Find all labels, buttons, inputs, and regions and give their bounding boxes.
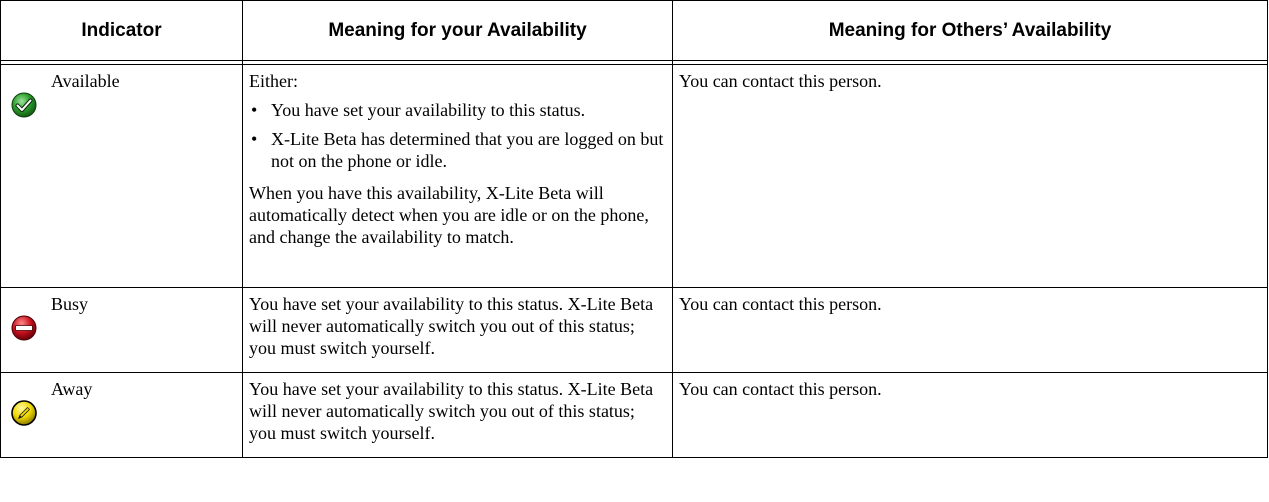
indicator-cell: Away — [0, 372, 243, 458]
meaning-yours-cell: You have set your availability to this s… — [242, 372, 673, 458]
meaning-others-text: You can contact this person. — [679, 71, 882, 91]
table-header-row: Indicator Meaning for your Availability … — [0, 0, 1268, 61]
available-check-icon — [11, 92, 37, 118]
availability-table: Indicator Meaning for your Availability … — [0, 0, 1268, 458]
meaning-others-cell: You can contact this person. — [672, 64, 1268, 288]
indicator-cell: Available — [0, 64, 243, 288]
indicator-label: Available — [51, 71, 120, 91]
list-item: • You have set your availability to this … — [251, 100, 586, 120]
table-row: Busy You have set your availability to t… — [0, 287, 1268, 373]
indicator-label: Away — [51, 379, 93, 399]
meaning-others-text: You can contact this person. — [679, 294, 882, 314]
meaning-yours-text: You have set your availability to this s… — [249, 294, 654, 358]
meaning-others-text: You can contact this person. — [679, 379, 882, 399]
busy-minus-icon — [11, 315, 37, 341]
indicator-label: Busy — [51, 294, 89, 314]
table-row: Available Either: • You have set your ava… — [0, 64, 1268, 288]
header-meaning-others: Meaning for Others’ Availability — [672, 0, 1268, 61]
list-item: • X-Lite Beta has determined that you are… — [251, 129, 664, 171]
meaning-yours-cell: Either: • You have set your availability … — [242, 64, 673, 288]
header-indicator: Indicator — [0, 0, 243, 61]
away-pencil-icon — [11, 400, 37, 426]
table-row: Away You have set your availability to t… — [0, 372, 1268, 458]
meaning-yours-text: You have set your availability to this s… — [249, 379, 654, 443]
meaning-intro: Either: — [249, 71, 298, 91]
meaning-note: When you have this availability, X-Lite … — [249, 183, 649, 247]
meaning-others-cell: You can contact this person. — [672, 287, 1268, 373]
meaning-yours-cell: You have set your availability to this s… — [242, 287, 673, 373]
header-meaning-yours: Meaning for your Availability — [242, 0, 673, 61]
meaning-bullet-list: • You have set your availability to this … — [249, 99, 666, 172]
indicator-cell: Busy — [0, 287, 243, 373]
meaning-others-cell: You can contact this person. — [672, 372, 1268, 458]
